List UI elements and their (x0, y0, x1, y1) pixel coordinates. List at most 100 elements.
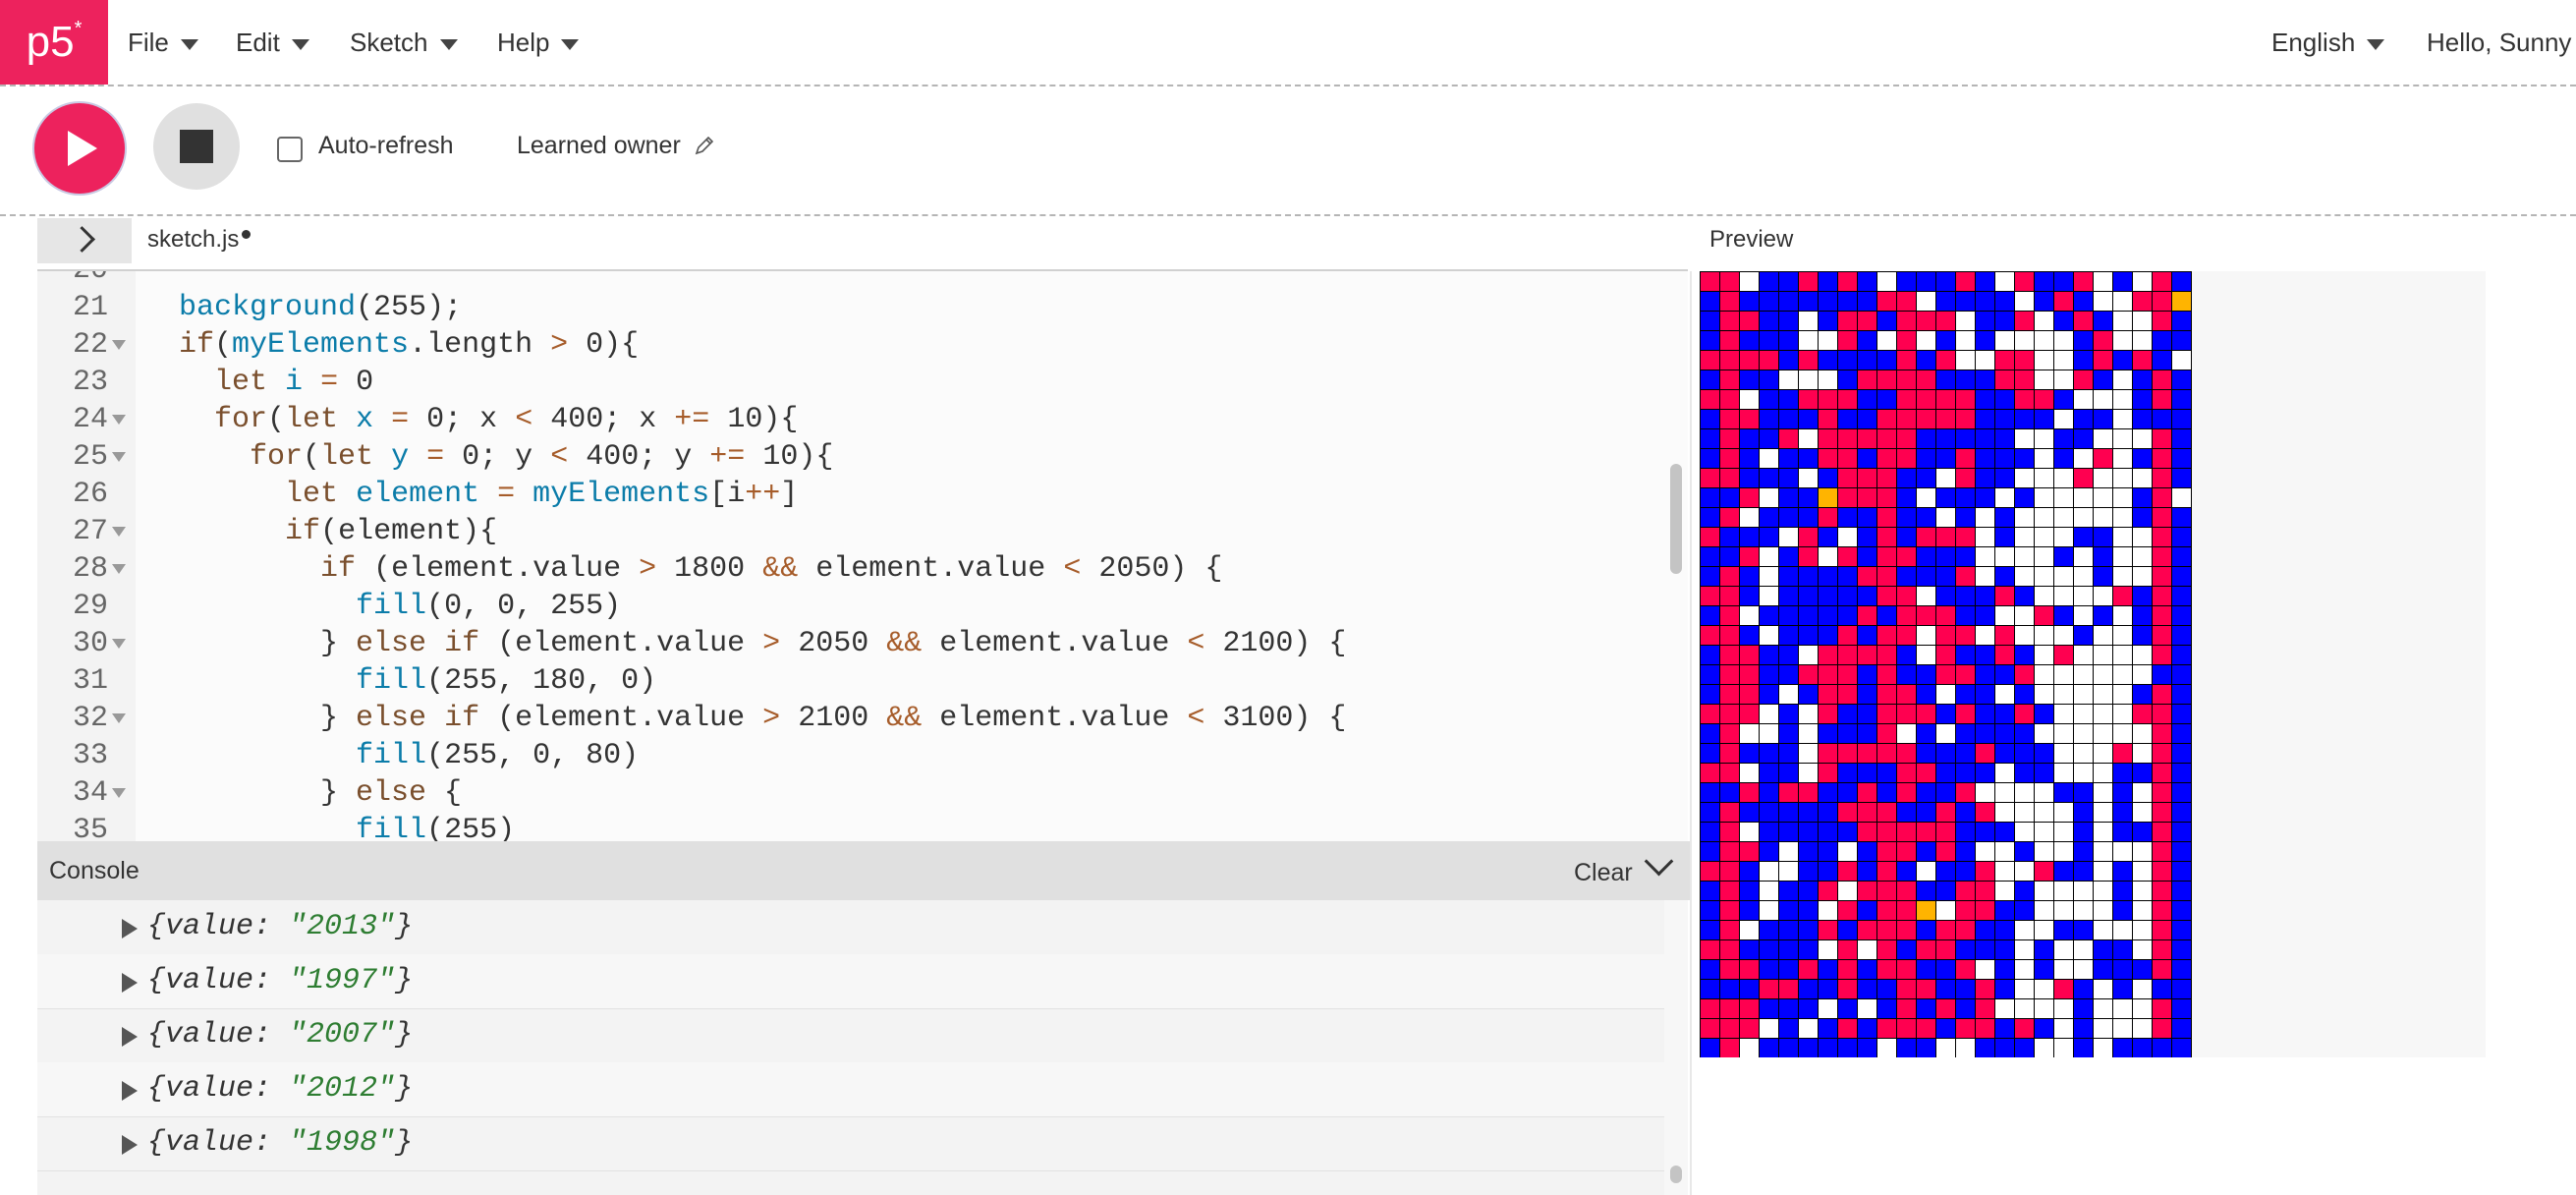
grid-cell (1759, 998, 1779, 1019)
grid-cell (1798, 664, 1819, 685)
fold-arrow-icon[interactable] (112, 340, 126, 350)
grid-cell (1739, 625, 1760, 646)
grid-cell (2132, 782, 2153, 803)
menu-edit[interactable]: Edit (236, 0, 309, 85)
expand-triangle-icon[interactable] (122, 1081, 138, 1101)
grid-cell (1778, 802, 1799, 823)
grid-cell (1975, 822, 1995, 842)
grid-cell (1837, 979, 1858, 999)
grid-cell (1798, 527, 1819, 547)
code-line[interactable]: 33 fill(255, 0, 80) (37, 737, 1688, 774)
fold-arrow-icon[interactable] (112, 564, 126, 574)
expand-triangle-icon[interactable] (122, 1027, 138, 1047)
console-entry[interactable]: {value: "1997"} (37, 954, 1664, 1009)
grid-cell (1759, 291, 1779, 312)
file-tab[interactable]: sketch.js (147, 226, 252, 254)
grid-cell (1955, 507, 1976, 528)
code-line[interactable]: 24 for(let x = 0; x < 400; x += 10){ (37, 401, 1688, 438)
grid-cell (1739, 939, 1760, 960)
grid-cell (1935, 546, 1956, 567)
grid-cell (2093, 330, 2113, 351)
console-entry-text: {value: "1997"} (147, 964, 414, 997)
grid-cell (1955, 920, 1976, 940)
user-menu[interactable]: Hello, Sunny (2427, 0, 2571, 85)
editor-scrollbar[interactable] (1670, 464, 1682, 574)
code-line[interactable]: 31 fill(255, 180, 0) (37, 662, 1688, 700)
grid-cell (2112, 311, 2133, 331)
grid-cell (1719, 920, 1740, 940)
console-scrollbar-track[interactable] (1664, 900, 1688, 1195)
grid-cell (1778, 939, 1799, 960)
pencil-icon[interactable] (694, 135, 715, 156)
console-entry[interactable]: {value: "1998"} (37, 1116, 1664, 1171)
fold-arrow-icon[interactable] (112, 452, 126, 462)
grid-cell (2014, 723, 2035, 744)
grid-cell (1739, 841, 1760, 862)
grid-cell (1719, 350, 1740, 370)
code-line[interactable]: 21 background(255); (37, 289, 1688, 326)
expand-triangle-icon[interactable] (122, 973, 138, 993)
language-selector[interactable]: English (2271, 0, 2385, 85)
grid-cell (2152, 625, 2172, 646)
grid-cell (1798, 291, 1819, 312)
auto-refresh-checkbox[interactable] (277, 137, 303, 162)
fold-arrow-icon[interactable] (112, 788, 126, 798)
grid-cell (2093, 802, 2113, 823)
console-clear-button[interactable]: Clear (1574, 859, 1633, 887)
code-line[interactable]: 29 fill(0, 0, 255) (37, 588, 1688, 625)
menu-sketch[interactable]: Sketch (350, 0, 458, 85)
grid-cell (2034, 822, 2054, 842)
grid-cell (2034, 566, 2054, 587)
code-line[interactable]: 25 for(let y = 0; y < 400; y += 10){ (37, 438, 1688, 476)
code-line[interactable]: 22 if(myElements.length > 0){ (37, 326, 1688, 364)
grid-cell (1778, 271, 1799, 292)
menu-file[interactable]: File (128, 0, 198, 85)
grid-cell (2171, 920, 2192, 940)
grid-cell (1876, 822, 1897, 842)
grid-cell (1837, 1018, 1858, 1039)
grid-cell (1759, 979, 1779, 999)
grid-cell (1798, 782, 1819, 803)
p5-logo[interactable]: p5* (0, 0, 108, 85)
menu-help[interactable]: Help (497, 0, 580, 85)
grid-cell (1876, 1038, 1897, 1057)
grid-cell (2014, 586, 2035, 606)
grid-cell (1798, 566, 1819, 587)
sketch-name[interactable]: Learned owner (517, 132, 715, 160)
grid-cell (1700, 763, 1720, 783)
code-line[interactable]: 28 if (element.value > 1800 && element.v… (37, 550, 1688, 588)
code-line[interactable]: 32 } else if (element.value > 2100 && el… (37, 700, 1688, 737)
code-line[interactable]: 26 let element = myElements[i++] (37, 476, 1688, 513)
grid-cell (2053, 527, 2074, 547)
code-line[interactable]: 35 fill(255) (37, 812, 1688, 841)
code-line[interactable]: 34 } else { (37, 774, 1688, 812)
fold-arrow-icon[interactable] (112, 713, 126, 723)
grid-cell (1955, 841, 1976, 862)
expand-triangle-icon[interactable] (122, 919, 138, 939)
grid-cell (1916, 1038, 1936, 1057)
fold-arrow-icon[interactable] (112, 639, 126, 649)
sketch-canvas[interactable] (1700, 271, 2201, 1057)
fold-arrow-icon[interactable] (112, 527, 126, 537)
grid-cell (1896, 370, 1917, 390)
console-scrollbar-thumb[interactable] (1670, 1166, 1682, 1183)
grid-cell (1994, 487, 2015, 508)
sidebar-toggle-button[interactable] (37, 218, 132, 263)
code-line[interactable]: 23 let i = 0 (37, 364, 1688, 401)
grid-cell (2112, 645, 2133, 665)
console-entry[interactable]: {value: "2012"} (37, 1062, 1664, 1117)
code-line[interactable]: 27 if(element){ (37, 513, 1688, 550)
code-line[interactable]: 30 } else if (element.value > 2050 && el… (37, 625, 1688, 662)
grid-cell (1798, 939, 1819, 960)
chevron-down-icon[interactable] (1644, 846, 1674, 877)
stop-button[interactable] (153, 103, 240, 190)
code-editor[interactable]: 20 21 background(255); 22 if(myElements.len… (37, 271, 1688, 841)
grid-cell (2014, 428, 2035, 449)
grid-cell (2073, 861, 2094, 882)
fold-arrow-icon[interactable] (112, 415, 126, 425)
expand-triangle-icon[interactable] (122, 1135, 138, 1155)
console-entry[interactable]: {value: "2013"} (37, 900, 1664, 955)
grid-cell (2112, 409, 2133, 429)
play-button[interactable] (34, 103, 125, 194)
console-entry[interactable]: {value: "2007"} (37, 1008, 1664, 1063)
